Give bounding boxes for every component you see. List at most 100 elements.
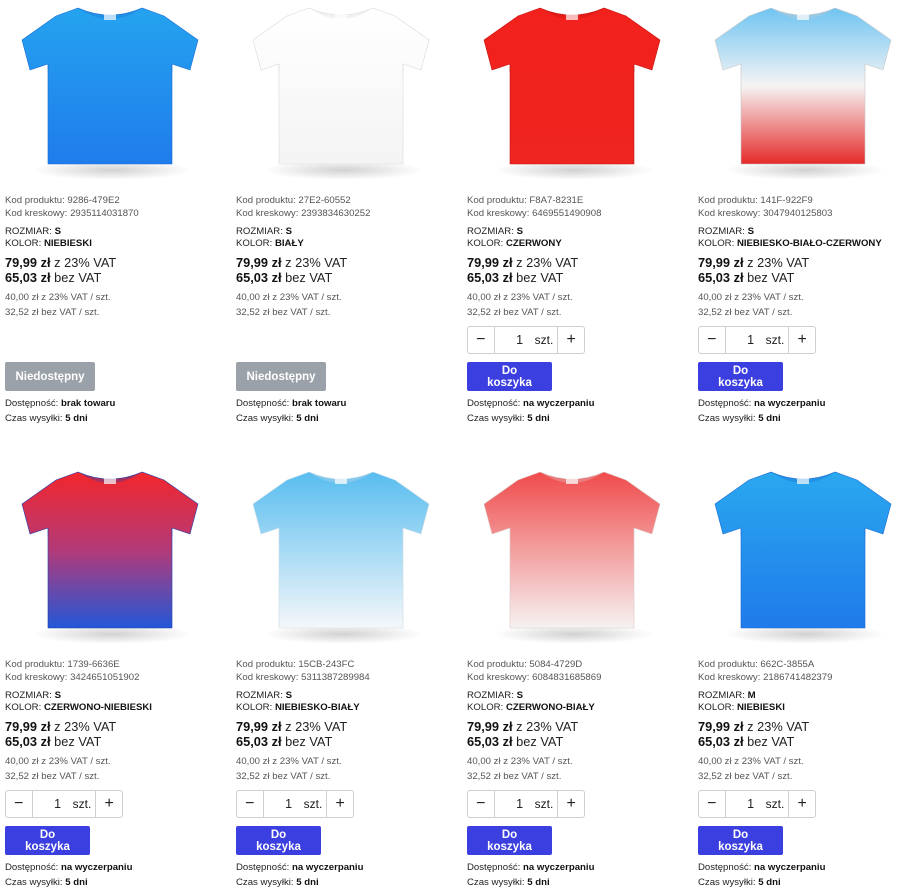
currency: zł (271, 270, 282, 285)
quantity-unit: szt. (765, 797, 785, 811)
without-vat-label: bez VAT (285, 734, 333, 749)
availability-value: na wyczerpaniu (523, 862, 595, 873)
currency: zł (733, 734, 744, 749)
color-value: NIEBIESKO-BIAŁO-CZERWONY (736, 237, 882, 249)
add-to-cart-button[interactable]: Do koszyka (698, 362, 783, 391)
availability-value: na wyczerpaniu (754, 398, 826, 409)
decrease-quantity-button[interactable]: − (468, 327, 495, 353)
size-value: S (516, 690, 523, 701)
decrease-quantity-button[interactable]: − (237, 791, 264, 817)
unit-price-gross: 40,00 zł z 23% VAT / szt. (467, 756, 573, 767)
increase-quantity-button[interactable]: + (326, 791, 353, 817)
color-label: KOLOR: (698, 701, 735, 713)
increase-quantity-button[interactable]: + (557, 327, 584, 353)
product-grid: Kod produktu: 9286-479E2 Kod kreskowy: 2… (0, 0, 910, 892)
with-vat-label: z 23% VAT (54, 719, 117, 734)
decrease-quantity-button[interactable]: − (699, 327, 726, 353)
add-to-cart-button[interactable]: Do koszyka (698, 826, 783, 855)
barcode-label: Kod kreskowy: (467, 207, 530, 219)
barcode-label: Kod kreskowy: (236, 207, 299, 219)
currency: zł (502, 255, 513, 270)
add-to-cart-button[interactable]: Do koszyka (236, 826, 321, 855)
without-vat-label: bez VAT (285, 270, 333, 285)
price-net: 65,03 zł bez VAT (236, 734, 332, 749)
price-net: 65,03 zł bez VAT (467, 734, 563, 749)
product-code: 9286-479E2 (67, 195, 120, 206)
increase-quantity-button[interactable]: + (788, 791, 815, 817)
product-image[interactable] (0, 464, 218, 654)
increase-quantity-button[interactable]: + (557, 791, 584, 817)
unavailable-button[interactable]: Niedostępny (5, 362, 95, 391)
color-label: KOLOR: (236, 237, 273, 249)
quantity-stepper: − szt. + (236, 790, 354, 818)
product-code-label: Kod produktu: (698, 659, 758, 670)
price-net-value: 65,03 (698, 734, 731, 749)
decrease-quantity-button[interactable]: − (6, 791, 33, 817)
quantity-stepper: − szt. + (698, 326, 816, 354)
color-value: NIEBIESKI (43, 237, 92, 249)
size-value: S (285, 690, 292, 701)
product-code: 1739-6636E (67, 659, 120, 670)
price-gross-value: 79,99 (467, 719, 500, 734)
with-vat-label: z 23% VAT (54, 255, 117, 270)
add-to-cart-button[interactable]: Do koszyka (5, 826, 90, 855)
quantity-unit: szt. (534, 333, 554, 347)
product-image[interactable] (693, 0, 910, 190)
price-gross-value: 79,99 (698, 255, 731, 270)
product-code-label: Kod produktu: (236, 195, 296, 206)
quantity-input[interactable] (735, 332, 766, 348)
product-code: 15CB-243FC (298, 659, 355, 670)
shipping-time: Czas wysyłki: 5 dni (5, 877, 88, 888)
product-image[interactable] (693, 464, 910, 654)
availability-label: Dostępność: (236, 862, 290, 873)
quantity-field-wrap: szt. (33, 796, 96, 812)
availability-value: na wyczerpaniu (523, 398, 595, 409)
quantity-input[interactable] (42, 796, 73, 812)
price-gross: 79,99 zł z 23% VAT (5, 255, 116, 270)
product-code: 662C-3855A (760, 659, 815, 670)
barcode: 6084831685869 (532, 671, 602, 683)
increase-quantity-button[interactable]: + (788, 327, 815, 353)
quantity-unit: szt. (303, 797, 323, 811)
availability: Dostępność: na wyczerpaniu (698, 398, 825, 409)
price-gross-value: 79,99 (698, 719, 731, 734)
increase-quantity-button[interactable]: + (95, 791, 122, 817)
add-to-cart-button[interactable]: Do koszyka (467, 826, 552, 855)
product-image[interactable] (462, 0, 680, 190)
unit-price-net: 32,52 zł bez VAT / szt. (5, 307, 100, 318)
product-image[interactable] (231, 464, 449, 654)
currency: zł (733, 270, 744, 285)
currency: zł (502, 734, 513, 749)
add-to-cart-button[interactable]: Do koszyka (467, 362, 552, 391)
quantity-input[interactable] (504, 796, 535, 812)
decrease-quantity-button[interactable]: − (699, 791, 726, 817)
color-value: NIEBIESKO-BIAŁY (274, 701, 360, 713)
product-card: Kod produktu: 1739-6636E Kod kreskowy: 3… (0, 464, 218, 894)
availability-label: Dostępność: (5, 398, 59, 409)
unavailable-button[interactable]: Niedostępny (236, 362, 326, 391)
price-gross: 79,99 zł z 23% VAT (5, 719, 116, 734)
price-gross-value: 79,99 (467, 255, 500, 270)
quantity-field-wrap: szt. (495, 796, 558, 812)
with-vat-label: z 23% VAT (516, 719, 579, 734)
currency: zł (502, 719, 513, 734)
quantity-input[interactable] (273, 796, 304, 812)
product-card: Kod produktu: 15CB-243FC Kod kreskowy: 5… (231, 464, 449, 894)
shipping-time-label: Czas wysyłki: (467, 877, 525, 888)
quantity-input[interactable] (504, 332, 535, 348)
unit-price-net: 32,52 zł bez VAT / szt. (698, 307, 793, 318)
product-image[interactable] (0, 0, 218, 190)
quantity-input[interactable] (735, 796, 766, 812)
unit-price-gross: 40,00 zł z 23% VAT / szt. (698, 292, 804, 303)
product-meta: Kod produktu: 5084-4729D Kod kreskowy: 6… (467, 659, 679, 684)
plus-icon: + (566, 331, 576, 348)
availability-label: Dostępność: (467, 862, 521, 873)
unit-price-gross: 40,00 zł z 23% VAT / szt. (467, 292, 573, 303)
shipping-time: Czas wysyłki: 5 dni (467, 877, 550, 888)
without-vat-label: bez VAT (516, 734, 564, 749)
product-card: Kod produktu: F8A7-8231E Kod kreskowy: 6… (462, 0, 680, 430)
product-image[interactable] (462, 464, 680, 654)
decrease-quantity-button[interactable]: − (468, 791, 495, 817)
shipping-time-label: Czas wysyłki: (236, 413, 294, 424)
product-image[interactable] (231, 0, 449, 190)
